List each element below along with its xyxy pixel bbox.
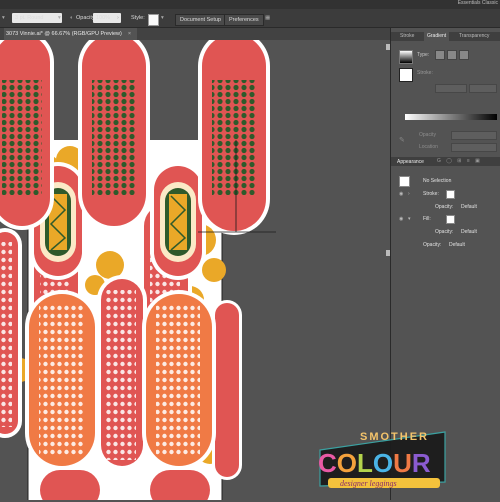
chevron-right-icon[interactable]: › <box>117 13 119 23</box>
style-swatch[interactable] <box>148 14 159 26</box>
chevron-down-icon[interactable]: ▾ <box>58 13 61 23</box>
gradient-thumbnail[interactable] <box>399 50 413 64</box>
selection-thumbnail <box>399 176 410 187</box>
gradient-panel-tabs: Stroke Gradient Transparency <box>391 32 500 41</box>
opacity-label[interactable]: Opacity: <box>423 242 441 248</box>
style-label: Style: <box>131 15 145 21</box>
freeform-gradient-icon[interactable] <box>459 50 469 60</box>
eyedropper-icon[interactable]: ✎ <box>399 136 405 144</box>
location-label: Location <box>419 144 438 150</box>
fill-opacity-value: Default <box>461 229 477 235</box>
document-tab[interactable]: 3073 Vinnie.ai* @ 66.67% (RGB/GPU Previe… <box>4 28 138 40</box>
gradient-slider[interactable] <box>405 114 497 120</box>
panel-tab-icons[interactable]: G ◯ ⊞ ≡ ▣ <box>437 158 482 164</box>
chevron-down-icon[interactable]: ▾ <box>408 216 411 222</box>
opacity-link-icon: ◐ <box>70 15 74 21</box>
fill-stroke-swatch[interactable] <box>399 68 413 82</box>
tab-gradient[interactable]: Gradient <box>424 32 450 41</box>
smother-colour-logo: SMOTHER COLOUR designer leggings <box>300 420 460 500</box>
stroke-opacity-value: Default <box>461 204 477 210</box>
top-pill-shapes <box>0 40 270 235</box>
opacity-field[interactable] <box>451 131 497 140</box>
brush-definition-dropdown[interactable]: 3 pt. Round <box>12 13 62 23</box>
aspect-field[interactable] <box>469 84 497 93</box>
document-tab-bar: 3073 Vinnie.ai* @ 66.67% (RGB/GPU Previe… <box>0 28 390 40</box>
app-top-bar: Essentials Classic <box>0 0 500 9</box>
eye-icon[interactable]: ◉ <box>399 216 403 222</box>
type-label: Type: <box>417 52 430 58</box>
angle-field[interactable] <box>435 84 467 93</box>
opacity-label: Opacity <box>419 132 436 138</box>
radial-gradient-icon[interactable] <box>447 50 457 60</box>
svg-text:COLOUR: COLOUR <box>318 448 431 478</box>
fill-swatch[interactable] <box>446 215 455 224</box>
stroke-row-label[interactable]: Stroke: <box>423 191 439 197</box>
svg-text:designer leggings: designer leggings <box>340 479 397 488</box>
document-setup-button[interactable]: Document Setup <box>175 14 226 26</box>
stroke-label: Stroke: <box>417 70 433 76</box>
stroke-opacity-label[interactable]: Opacity: <box>435 204 453 210</box>
brush-menu-icon[interactable]: ▾ <box>2 13 5 23</box>
orange-pill-shapes <box>25 275 216 500</box>
fill-row-label[interactable]: Fill: <box>423 216 431 222</box>
svg-text:SMOTHER: SMOTHER <box>360 431 429 443</box>
close-icon[interactable]: × <box>128 31 131 37</box>
linear-gradient-icon[interactable] <box>435 50 445 60</box>
chevron-down-icon[interactable]: ▾ <box>161 13 164 23</box>
align-icon[interactable]: ▦ <box>265 13 270 23</box>
stroke-none-swatch[interactable] <box>446 190 455 199</box>
chevron-right-icon[interactable]: › <box>408 191 410 197</box>
tab-transparency[interactable]: Transparency <box>456 32 492 41</box>
location-field[interactable] <box>451 143 497 152</box>
control-bar: ▾ 3 pt. Round ▾ ◐ Opacity: 100% › Style:… <box>0 9 500 28</box>
opacity-value: Default <box>449 242 465 248</box>
appearance-panel-header: Appearance G ◯ ⊞ ≡ ▣ <box>391 157 500 166</box>
tab-stroke[interactable]: Stroke <box>397 32 417 41</box>
workspace-switcher[interactable]: Essentials Classic <box>458 0 498 7</box>
no-selection-label: No Selection <box>423 178 452 184</box>
preferences-button[interactable]: Preferences <box>224 14 264 26</box>
document-title: 3073 Vinnie.ai* @ 66.67% (RGB/GPU Previe… <box>6 31 122 37</box>
fill-opacity-label[interactable]: Opacity: <box>435 229 453 235</box>
appearance-title[interactable]: Appearance <box>397 159 424 165</box>
eye-icon[interactable]: ◉ <box>399 191 403 197</box>
